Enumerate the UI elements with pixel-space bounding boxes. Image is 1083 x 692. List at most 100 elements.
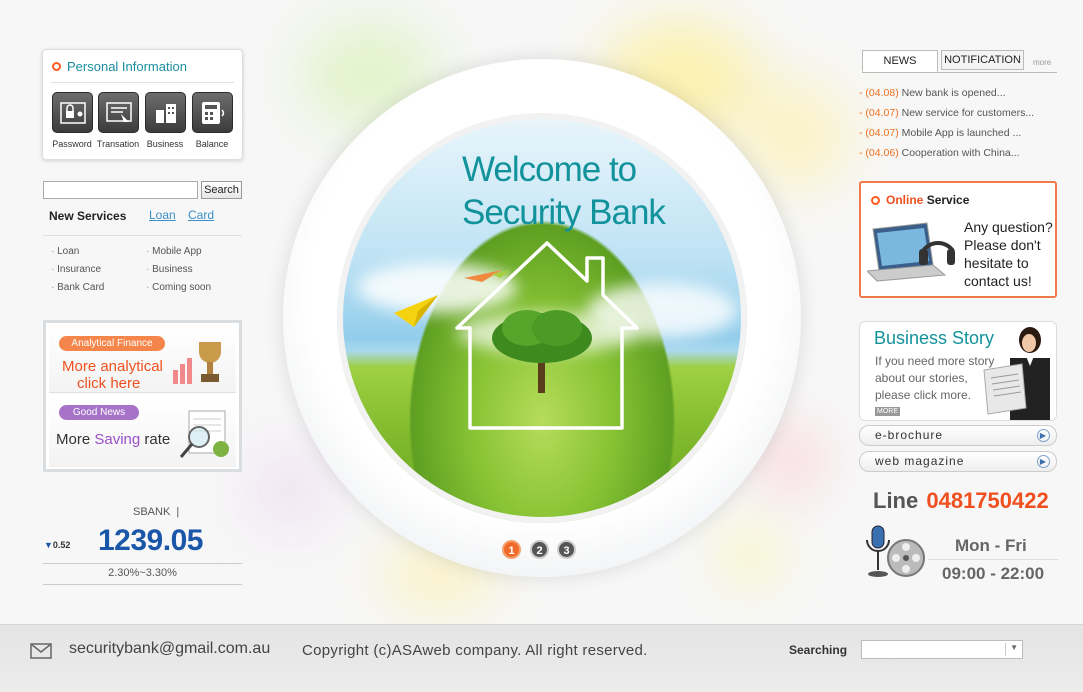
slide-dot-2[interactable]: 2 (530, 540, 549, 559)
analytical-line1: More analytical (62, 358, 163, 375)
web-magazine-link[interactable]: web magazine ▶ (859, 451, 1057, 472)
good-news-banner[interactable]: Good News More Saving rate (49, 401, 236, 467)
analytical-line2: click here (77, 375, 141, 392)
business-label: Business (146, 139, 184, 149)
business-story-line: If you need more story (875, 354, 995, 368)
e-brochure-link[interactable]: e-brochure ▶ (859, 425, 1057, 446)
service-item-coming-soon[interactable]: Coming soon (146, 282, 211, 293)
chevron-down-icon: ▼ (1010, 643, 1018, 652)
magnifier-document-icon (179, 410, 229, 458)
circle-bullet-icon (52, 62, 61, 71)
news-date: (04.08) (865, 87, 899, 99)
footer: securitybank@gmail.com.au Copyright (c)A… (0, 624, 1083, 692)
online-service-panel[interactable]: Online Service Any question? Please don'… (859, 181, 1057, 298)
divider (51, 82, 234, 83)
tree-icon (492, 310, 592, 393)
chevron-right-icon: ▶ (1037, 455, 1050, 468)
down-arrow-icon: ▼ (44, 540, 53, 550)
chevron-right-icon: ▶ (1037, 429, 1050, 442)
phone-line: Line 0481750422 (873, 488, 1049, 514)
news-text: Mobile App is launched ... (901, 127, 1022, 139)
saving-suffix: rate (144, 431, 171, 448)
calculator-icon (201, 101, 224, 124)
transaction-label: Transation (96, 139, 140, 149)
news-item[interactable]: - (04.07) Mobile App is launched ... (859, 127, 1021, 139)
service-item-insurance[interactable]: Insurance (51, 264, 101, 275)
hero-heading: Welcome to Security Bank (462, 148, 666, 234)
online-service-title: Online Service (871, 193, 969, 207)
bg-blob (725, 530, 775, 580)
online-service-message: Any question? Please don't hesitate to c… (964, 218, 1053, 290)
balance-label: Balance (195, 139, 229, 149)
divider (43, 235, 242, 236)
personal-information-panel: Personal Information Password Transation… (42, 49, 243, 160)
hero-line2: Security Bank (462, 193, 666, 232)
footer-copyright: Copyright (c)ASAweb company. All right r… (302, 642, 648, 659)
password-icon (59, 101, 86, 124)
password-button[interactable] (52, 92, 93, 133)
stock-change-value: 0.52 (52, 540, 71, 550)
line-number: 0481750422 (926, 488, 1049, 513)
business-story-text: If you need more story about our stories… (875, 353, 994, 404)
news-text: Cooperation with China... (901, 147, 1020, 159)
transaction-button[interactable] (98, 92, 139, 133)
service-item-loan[interactable]: Loan (51, 246, 79, 257)
search-button[interactable]: Search (201, 181, 242, 199)
news-more-link[interactable]: more (1033, 58, 1051, 67)
service-item-mobile-app[interactable]: Mobile App (146, 246, 201, 257)
service-item-business[interactable]: Business (146, 264, 193, 275)
good-news-pill: Good News (59, 405, 139, 420)
business-story-line: about our stories, (875, 371, 968, 385)
loan-link[interactable]: Loan (149, 208, 176, 222)
business-story-panel[interactable]: Business Story If you need more story ab… (859, 321, 1057, 421)
news-item[interactable]: - (04.07) New service for customers... (859, 107, 1034, 119)
card-link[interactable]: Card (188, 208, 214, 222)
footer-search-select[interactable]: ▼ (861, 640, 1023, 659)
business-story-title: Business Story (874, 328, 995, 348)
password-label: Password (52, 139, 92, 149)
transaction-icon (105, 101, 132, 122)
online-line: Please don't (964, 237, 1041, 253)
bg-blob (250, 450, 330, 530)
online-line: hesitate to (964, 255, 1029, 271)
line-label: Line (873, 488, 919, 513)
trophy-chart-icon (173, 342, 221, 384)
laptop-headset-icon (867, 222, 955, 282)
service-hours: 09:00 - 22:00 (942, 564, 1045, 583)
stock-name-text: SBANK (133, 506, 171, 518)
stock-range: 2.30%~3.30% (108, 567, 177, 579)
analytical-finance-banner[interactable]: Analytical Finance More analytical click… (49, 326, 236, 393)
stock-separator: | (176, 506, 180, 518)
news-date: (04.06) (865, 147, 899, 159)
news-text: New service for customers... (901, 107, 1035, 119)
news-item[interactable]: - (04.08) New bank is opened... (859, 87, 1006, 99)
new-services-title: New Services (49, 209, 127, 223)
tab-notification[interactable]: NOTIFICATION (941, 50, 1024, 70)
businesswoman-newspaper-image (983, 327, 1050, 420)
balance-button[interactable] (192, 92, 233, 133)
business-button[interactable] (145, 92, 186, 133)
online-service-rest: Service (926, 193, 970, 207)
web-magazine-label: web magazine (875, 454, 965, 468)
footer-email[interactable]: securitybank@gmail.com.au (69, 640, 270, 658)
service-days: Mon - Fri (955, 536, 1027, 555)
service-item-bank-card[interactable]: Bank Card (51, 282, 104, 293)
tab-news[interactable]: NEWS (862, 50, 938, 72)
stock-value: 1239.05 (98, 524, 203, 557)
online-line: Any question? (964, 219, 1053, 235)
promo-banner-panel: Analytical Finance More analytical click… (43, 320, 242, 472)
news-item[interactable]: - (04.06) Cooperation with China... (859, 147, 1020, 159)
paper-plane-icon (464, 270, 510, 282)
slide-dot-3[interactable]: 3 (557, 540, 576, 559)
business-story-more-button[interactable]: MORE (875, 407, 900, 416)
saving-highlight: Saving (94, 431, 141, 448)
online-service-highlight: Online (886, 193, 924, 207)
divider (862, 72, 1057, 73)
news-date: (04.07) (865, 107, 899, 119)
search-input[interactable] (43, 181, 198, 199)
microphone-film-reel-icon (866, 525, 925, 577)
stock-change: ▼0.52 (44, 540, 70, 550)
divider (43, 584, 242, 585)
slide-dot-1[interactable]: 1 (502, 540, 521, 559)
saving-rate-text: More Saving rate (56, 431, 170, 448)
